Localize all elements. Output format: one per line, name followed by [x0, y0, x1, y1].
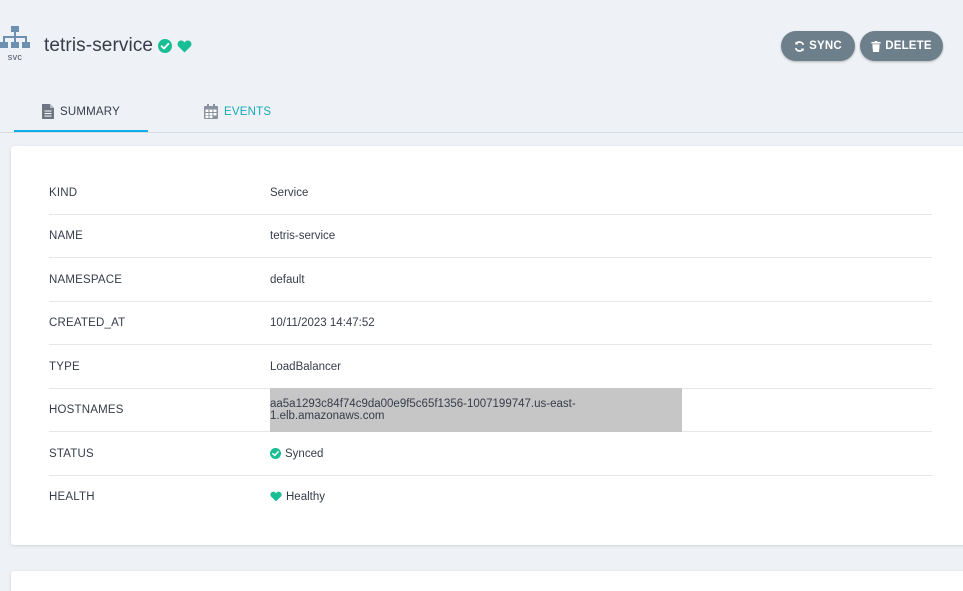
action-buttons: SYNC DELETE	[781, 31, 943, 61]
application-resource-page: svc tetris-service SYNC DELETE SUMMARY E…	[0, 0, 963, 591]
summary-row-name: NAME tetris-service	[49, 214, 932, 258]
row-value-wrapper: Synced	[270, 432, 323, 475]
resource-kind-label: svc	[7, 52, 23, 62]
row-key: CREATED_AT	[49, 316, 126, 329]
summary-row-hostnames: HOSTNAMES aa5a1293c84f74c9da00e9f5c65f13…	[49, 387, 932, 432]
row-key: KIND	[49, 186, 78, 199]
delete-button-label: DELETE	[885, 40, 932, 52]
row-key: HEALTH	[49, 490, 95, 503]
row-key: NAME	[49, 229, 84, 242]
tab-summary[interactable]: SUMMARY	[14, 92, 148, 132]
row-value: LoadBalancer	[270, 360, 341, 373]
synced-check-icon	[270, 448, 281, 459]
summary-row-namespace: NAMESPACE default	[49, 258, 932, 302]
service-icon: svc	[0, 26, 32, 66]
sync-button-label: SYNC	[809, 40, 842, 52]
summary-row-type: TYPE LoadBalancer	[49, 345, 932, 389]
row-value: Healthy	[286, 490, 325, 503]
row-value-wrapper: Healthy	[270, 475, 325, 518]
tab-events-label: EVENTS	[224, 105, 272, 118]
sitemap-icon	[0, 26, 30, 48]
summary-card: KIND Service NAME tetris-service NAMESPA…	[11, 146, 963, 545]
summary-row-status: STATUS Synced	[49, 432, 932, 476]
row-key: HOSTNAMES	[49, 403, 124, 416]
summary-row-created-at: CREATED_AT 10/11/2023 14:47:52	[49, 301, 932, 345]
summary-row-kind: KIND Service	[49, 171, 932, 215]
delete-button[interactable]: DELETE	[860, 31, 943, 61]
synced-check-icon	[158, 39, 173, 53]
title-row: tetris-service	[44, 33, 192, 59]
row-key: NAMESPACE	[49, 273, 123, 286]
row-value: Synced	[285, 447, 324, 460]
secondary-card	[11, 571, 963, 591]
healthy-heart-icon	[270, 491, 282, 502]
sync-button[interactable]: SYNC	[781, 31, 855, 61]
refresh-icon	[794, 40, 805, 52]
trash-icon	[871, 40, 881, 52]
row-value: 10/11/2023 14:47:52	[270, 316, 375, 329]
tab-summary-label: SUMMARY	[60, 105, 120, 118]
row-value: default	[270, 273, 305, 286]
page-title: tetris-service	[44, 35, 154, 56]
row-value: tetris-service	[270, 229, 336, 242]
document-icon	[42, 104, 54, 119]
summary-row-health: HEALTH Healthy	[49, 475, 932, 518]
healthy-heart-icon	[177, 40, 192, 53]
calendar-icon	[204, 104, 218, 119]
resource-header: svc tetris-service SYNC DELETE	[0, 0, 963, 90]
resource-tabs: SUMMARY EVENTS	[0, 92, 963, 133]
row-key: TYPE	[49, 360, 80, 373]
row-key: STATUS	[49, 447, 94, 460]
hostname-link[interactable]: aa5a1293c84f74c9da00e9f5c65f1356-1007199…	[270, 387, 682, 432]
row-value-wrapper: aa5a1293c84f74c9da00e9f5c65f1356-1007199…	[270, 387, 682, 432]
tab-events[interactable]: EVENTS	[204, 92, 271, 131]
row-value: Service	[270, 186, 309, 199]
